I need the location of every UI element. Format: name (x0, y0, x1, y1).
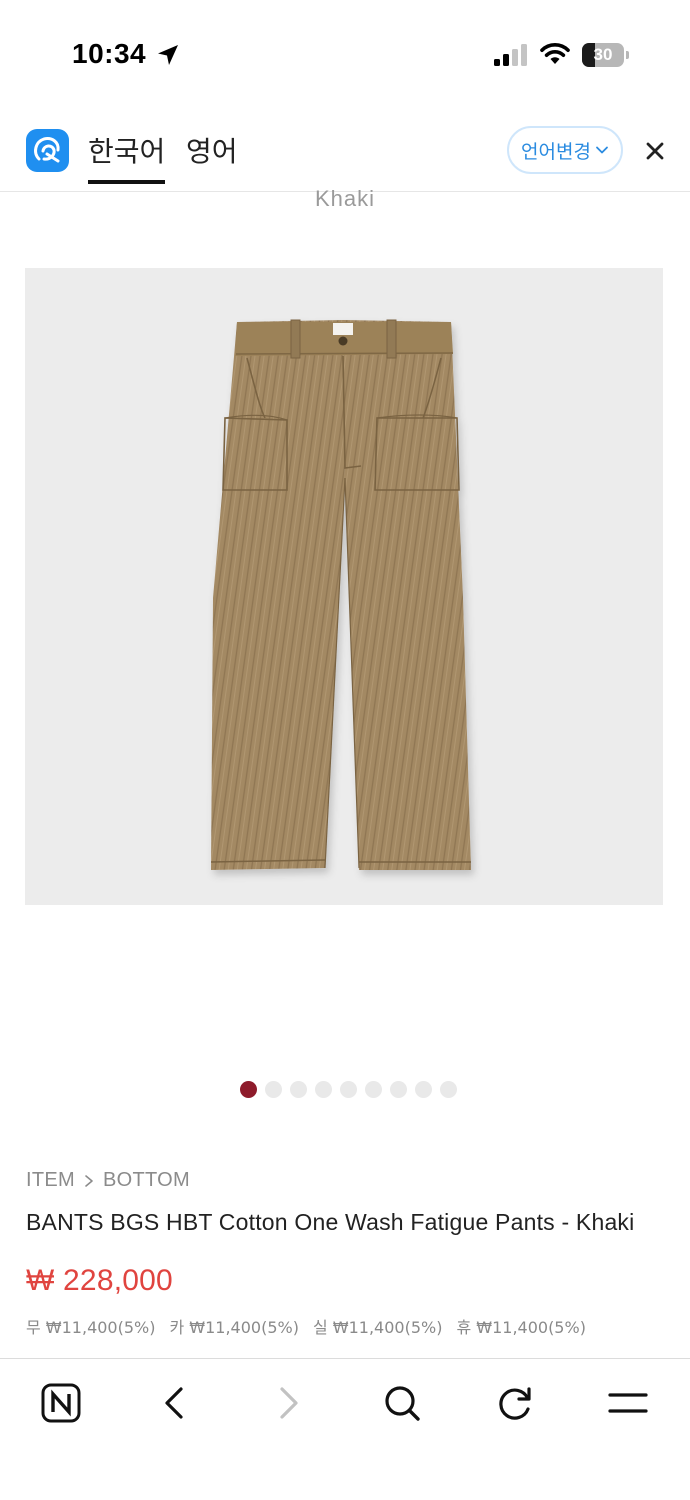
carousel-dot[interactable] (265, 1081, 282, 1098)
close-icon[interactable] (643, 139, 667, 163)
forward-icon (280, 1387, 298, 1419)
carousel-dot[interactable] (415, 1081, 432, 1098)
status-bar: 10:34 30 (0, 0, 690, 110)
search-icon (385, 1386, 420, 1421)
chevron-right-icon (85, 1174, 93, 1187)
reward-item: 카 ₩11,400(5%) (169, 1318, 299, 1337)
breadcrumb-item-bottom[interactable]: BOTTOM (103, 1169, 190, 1192)
back-icon (165, 1387, 183, 1419)
forward-button[interactable] (266, 1381, 310, 1425)
menu-icon (608, 1393, 648, 1413)
refresh-button[interactable] (493, 1381, 537, 1425)
tab-english[interactable]: 영어 (186, 130, 238, 170)
breadcrumb-item-item[interactable]: ITEM (26, 1169, 75, 1192)
back-button[interactable] (153, 1381, 197, 1425)
signal-icon (494, 44, 527, 66)
chevron-down-icon (596, 146, 608, 154)
translation-bar: 한국어 영어 언어변경 (0, 110, 690, 192)
status-time: 10:34 (72, 38, 147, 69)
pants-illustration (210, 319, 471, 870)
point-rewards: 무 ₩11,400(5%) 카 ₩11,400(5%) 실 ₩11,400(5%… (26, 1314, 586, 1338)
change-language-button[interactable]: 언어변경 (507, 126, 623, 174)
breadcrumb: ITEM BOTTOM (26, 1169, 190, 1192)
product-image[interactable] (25, 268, 663, 905)
product-color-label: Khaki (314, 186, 376, 206)
wifi-icon (540, 43, 570, 64)
product-price: ₩ 228,000 (26, 1264, 173, 1297)
product-name: BANTS BGS HBT Cotton One Wash Fatigue Pa… (26, 1209, 635, 1235)
naver-home-button[interactable] (39, 1381, 83, 1425)
reward-item: 무 ₩11,400(5%) (26, 1318, 156, 1337)
menu-button[interactable] (606, 1381, 650, 1425)
reward-item: 실 ₩11,400(5%) (312, 1318, 443, 1337)
carousel-dot[interactable] (240, 1081, 257, 1098)
carousel-dot[interactable] (365, 1081, 382, 1098)
reward-item: 휴 ₩11,400(5%) (456, 1318, 586, 1337)
carousel-dot[interactable] (315, 1081, 332, 1098)
battery-level: 30 (593, 45, 613, 64)
tab-korean[interactable]: 한국어 (88, 130, 166, 184)
carousel-dot[interactable] (290, 1081, 307, 1098)
change-language-label: 언어변경 (521, 140, 591, 163)
image-carousel-dots (240, 1081, 457, 1099)
carousel-dot[interactable] (440, 1081, 457, 1098)
location-arrow-icon (158, 45, 178, 65)
naver-home-icon (41, 1383, 81, 1423)
refresh-icon (499, 1387, 531, 1420)
battery-icon: 30 (582, 43, 630, 67)
carousel-dot[interactable] (340, 1081, 357, 1098)
search-button[interactable] (380, 1381, 424, 1425)
carousel-dot[interactable] (390, 1081, 407, 1098)
browser-toolbar (0, 1358, 690, 1500)
translator-logo-icon (26, 129, 69, 172)
